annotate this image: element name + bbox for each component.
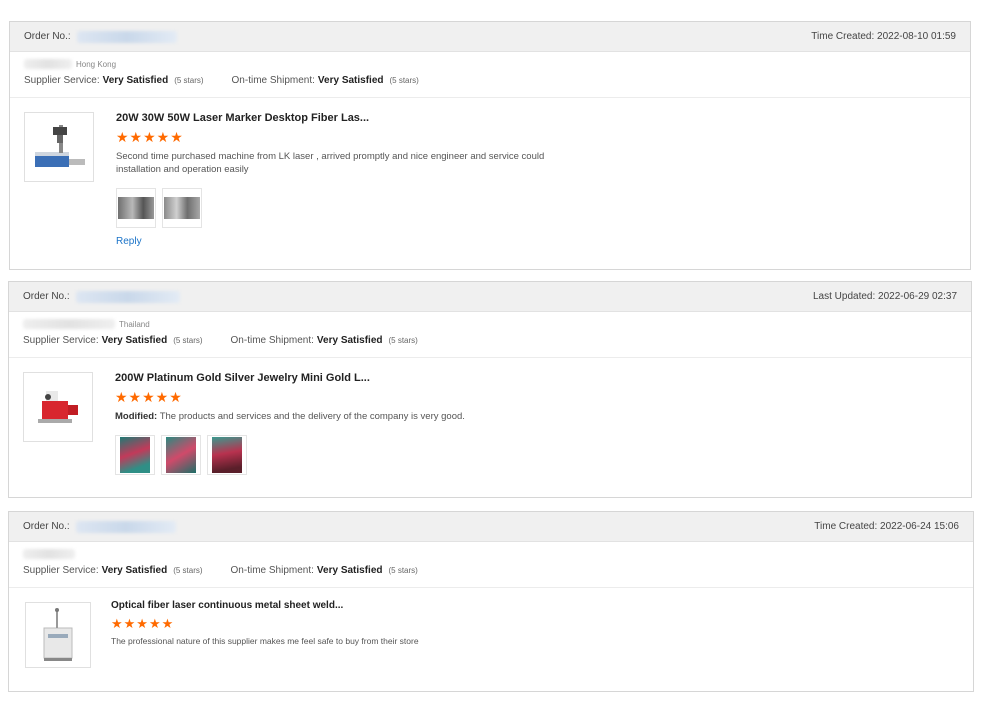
review-photos bbox=[116, 188, 956, 228]
review-text: Modified: The products and services and … bbox=[115, 411, 465, 422]
fiber-welder-image bbox=[43, 608, 73, 661]
order-label: Order No.: bbox=[24, 31, 71, 42]
review-photos bbox=[115, 435, 957, 475]
product-thumbnail[interactable] bbox=[23, 372, 93, 442]
reply-link[interactable]: Reply bbox=[116, 236, 142, 247]
buyer-location: Thailand bbox=[23, 318, 957, 330]
product-thumbnail[interactable] bbox=[24, 112, 94, 182]
product-thumbnail[interactable] bbox=[25, 602, 91, 668]
review-text: The professional nature of this supplier… bbox=[111, 636, 419, 646]
order-number: Order No.: bbox=[23, 290, 180, 303]
review-time: Last Updated: 2022-06-29 02:37 bbox=[813, 291, 957, 302]
order-number: Order No.: bbox=[24, 30, 177, 43]
shipment-value: Very Satisfied bbox=[317, 75, 384, 86]
product-title[interactable]: Optical fiber laser continuous metal she… bbox=[111, 600, 959, 611]
buyer-name-redacted bbox=[23, 549, 75, 559]
order-number-redacted bbox=[75, 290, 180, 303]
review-time: Time Created: 2022-08-10 01:59 bbox=[811, 31, 956, 42]
review-photo[interactable] bbox=[207, 435, 247, 475]
buyer-location: Hong Kong bbox=[24, 58, 956, 70]
shipment-value: Very Satisfied bbox=[316, 335, 383, 346]
laser-marker-image bbox=[35, 125, 85, 167]
buyer-meta: Thailand Supplier Service: Very Satisfie… bbox=[9, 312, 971, 358]
buyer-meta: Hong Kong Supplier Service: Very Satisfi… bbox=[10, 52, 970, 98]
buyer-name-redacted bbox=[23, 319, 115, 329]
jewelry-welder-image bbox=[38, 391, 78, 423]
order-number-redacted bbox=[75, 520, 176, 533]
review-card: Order No.: Time Created: 2022-08-10 01:5… bbox=[9, 21, 971, 270]
supplier-service-value: Very Satisfied bbox=[101, 335, 168, 346]
supplier-service-value: Very Satisfied bbox=[102, 75, 169, 86]
review-card-header: Order No.: Time Created: 2022-06-24 15:0… bbox=[9, 512, 973, 542]
review-body: 20W 30W 50W Laser Marker Desktop Fiber L… bbox=[10, 98, 970, 261]
review-photo[interactable] bbox=[115, 435, 155, 475]
review-text: Second time purchased machine from LK la… bbox=[116, 151, 545, 175]
order-number-redacted bbox=[76, 30, 177, 43]
supplier-service-value: Very Satisfied bbox=[101, 565, 168, 576]
buyer-location bbox=[23, 548, 959, 560]
review-card: Order No.: Last Updated: 2022-06-29 02:3… bbox=[8, 281, 972, 498]
order-number: Order No.: bbox=[23, 520, 176, 533]
rating-stars: ★★★★★ bbox=[111, 616, 175, 631]
order-label: Order No.: bbox=[23, 291, 70, 302]
supplier-ratings: Supplier Service: Very Satisfied (5 star… bbox=[23, 335, 418, 346]
review-photo[interactable] bbox=[116, 188, 156, 228]
shipment-value: Very Satisfied bbox=[316, 565, 383, 576]
review-photo[interactable] bbox=[162, 188, 202, 228]
review-body: 200W Platinum Gold Silver Jewelry Mini G… bbox=[9, 358, 971, 487]
buyer-meta: Supplier Service: Very Satisfied (5 star… bbox=[9, 542, 973, 588]
supplier-ratings: Supplier Service: Very Satisfied (5 star… bbox=[23, 565, 418, 576]
review-photo[interactable] bbox=[161, 435, 201, 475]
order-label: Order No.: bbox=[23, 521, 70, 532]
review-card-header: Order No.: Time Created: 2022-08-10 01:5… bbox=[10, 22, 970, 52]
review-card: Order No.: Time Created: 2022-06-24 15:0… bbox=[8, 511, 974, 692]
rating-stars: ★★★★★ bbox=[116, 129, 184, 145]
review-time: Time Created: 2022-06-24 15:06 bbox=[814, 521, 959, 532]
review-body: Optical fiber laser continuous metal she… bbox=[9, 588, 973, 668]
product-title[interactable]: 200W Platinum Gold Silver Jewelry Mini G… bbox=[115, 372, 957, 384]
supplier-ratings: Supplier Service: Very Satisfied (5 star… bbox=[24, 75, 419, 86]
buyer-name-redacted bbox=[24, 59, 72, 69]
rating-stars: ★★★★★ bbox=[115, 389, 183, 405]
product-title[interactable]: 20W 30W 50W Laser Marker Desktop Fiber L… bbox=[116, 112, 956, 124]
review-card-header: Order No.: Last Updated: 2022-06-29 02:3… bbox=[9, 282, 971, 312]
